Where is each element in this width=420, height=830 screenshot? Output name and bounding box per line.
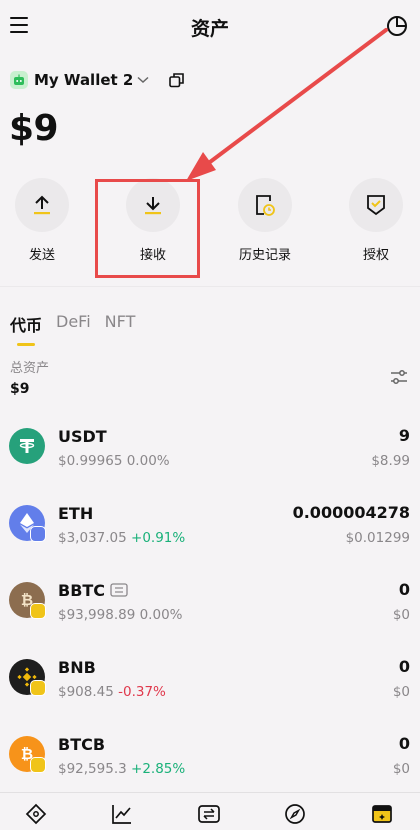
ticket-icon [110, 583, 128, 597]
token-amount: 0.000004278 [292, 503, 410, 522]
token-price-line: $0.99965 0.00% [58, 453, 170, 469]
token-value: $8.99 [371, 453, 410, 469]
chain-badge [30, 680, 46, 696]
token-change: +2.85% [131, 761, 186, 777]
wallet-avatar [10, 71, 28, 89]
market-chart-icon[interactable] [111, 803, 133, 825]
token-price: $0.99965 [58, 453, 123, 469]
send-label: 发送 [28, 248, 55, 263]
token-value: $0.01299 [345, 530, 410, 546]
receive-highlight-box [95, 179, 200, 278]
token-price: $92,595.3 [58, 761, 127, 777]
authorize-button[interactable]: 授权 [331, 178, 420, 263]
token-row-eth[interactable]: ETH $3,037.05 +0.91% 0.000004278 $0.0129… [0, 495, 420, 572]
token-symbol: BBTC [58, 581, 106, 600]
token-value: $0 [392, 607, 410, 623]
home-icon[interactable] [25, 803, 47, 825]
top-bar: 资产 [0, 0, 420, 56]
token-change: 0.00% [126, 453, 170, 469]
token-symbol: BTCB [58, 735, 106, 754]
shield-check-icon [367, 195, 385, 216]
total-assets-value: $9 [10, 381, 30, 397]
token-list: USDT $0.99965 0.00% 9 $8.99 ETH $3,037.0… [0, 418, 420, 803]
copy-icon[interactable] [169, 72, 185, 88]
usdt-logo-icon [9, 428, 45, 464]
send-circle [15, 178, 69, 232]
page-title: 资产 [190, 18, 229, 40]
token-amount: 0 [398, 580, 410, 599]
tab-nft[interactable]: NFT [105, 312, 136, 336]
token-row-bbtc[interactable]: ₿ BBTC $93,998.89 0.00% 0 $0 [0, 572, 420, 649]
filter-sliders-icon[interactable] [390, 368, 408, 386]
token-amount: 0 [398, 734, 410, 753]
token-amount: 9 [398, 426, 410, 445]
history-button[interactable]: 历史记录 [220, 178, 310, 263]
token-price-line: $908.45 -0.37% [58, 684, 166, 700]
token-change: -0.37% [118, 684, 166, 700]
pie-chart-icon[interactable] [386, 15, 408, 37]
token-price-line: $93,998.89 0.00% [58, 607, 182, 623]
authorize-circle [349, 178, 403, 232]
token-symbol: ETH [58, 504, 94, 523]
token-price-line: $3,037.05 +0.91% [58, 530, 185, 546]
history-circle [238, 178, 292, 232]
token-symbol: USDT [58, 427, 107, 446]
wallet-tab-icon[interactable] [371, 803, 393, 825]
action-bar: 发送 接收 历史记录 授权 [0, 178, 420, 268]
token-price: $3,037.05 [58, 530, 127, 546]
tab-defi[interactable]: DeFi [56, 312, 91, 336]
chain-badge [30, 526, 46, 542]
token-price-line: $92,595.3 +2.85% [58, 761, 185, 777]
tether-icon [19, 439, 35, 453]
robot-icon [14, 74, 24, 85]
active-tab-indicator [17, 343, 35, 346]
discover-compass-icon[interactable] [284, 803, 306, 825]
bottom-nav [0, 792, 420, 830]
total-assets-label: 总资产 [10, 361, 50, 376]
wallet-name: My Wallet 2 [34, 71, 134, 89]
chain-badge [30, 757, 46, 773]
tab-tokens[interactable]: 代币 [10, 312, 42, 336]
token-value: $0 [392, 761, 410, 777]
wallet-balance: $9 [9, 108, 59, 149]
token-value: $0 [392, 684, 410, 700]
token-row-bnb[interactable]: BNB $908.45 -0.37% 0 $0 [0, 649, 420, 726]
wallet-selector[interactable]: My Wallet 2 [10, 68, 185, 92]
swap-icon[interactable] [197, 803, 221, 825]
token-row-usdt[interactable]: USDT $0.99965 0.00% 9 $8.99 [0, 418, 420, 495]
chevron-down-icon [137, 76, 149, 84]
history-icon [256, 195, 275, 216]
token-symbol: BNB [58, 658, 96, 677]
token-price: $93,998.89 [58, 607, 136, 623]
section-divider [0, 286, 420, 287]
send-button[interactable]: 发送 [0, 178, 87, 263]
token-amount: 0 [398, 657, 410, 676]
chain-badge [30, 603, 46, 619]
token-change: +0.91% [131, 530, 186, 546]
asset-tabs: 代币 DeFi NFT [10, 312, 149, 336]
token-change: 0.00% [139, 607, 183, 623]
token-price: $908.45 [58, 684, 114, 700]
history-label: 历史记录 [238, 248, 291, 263]
arrow-up-icon [34, 195, 50, 215]
authorize-label: 授权 [362, 248, 389, 263]
